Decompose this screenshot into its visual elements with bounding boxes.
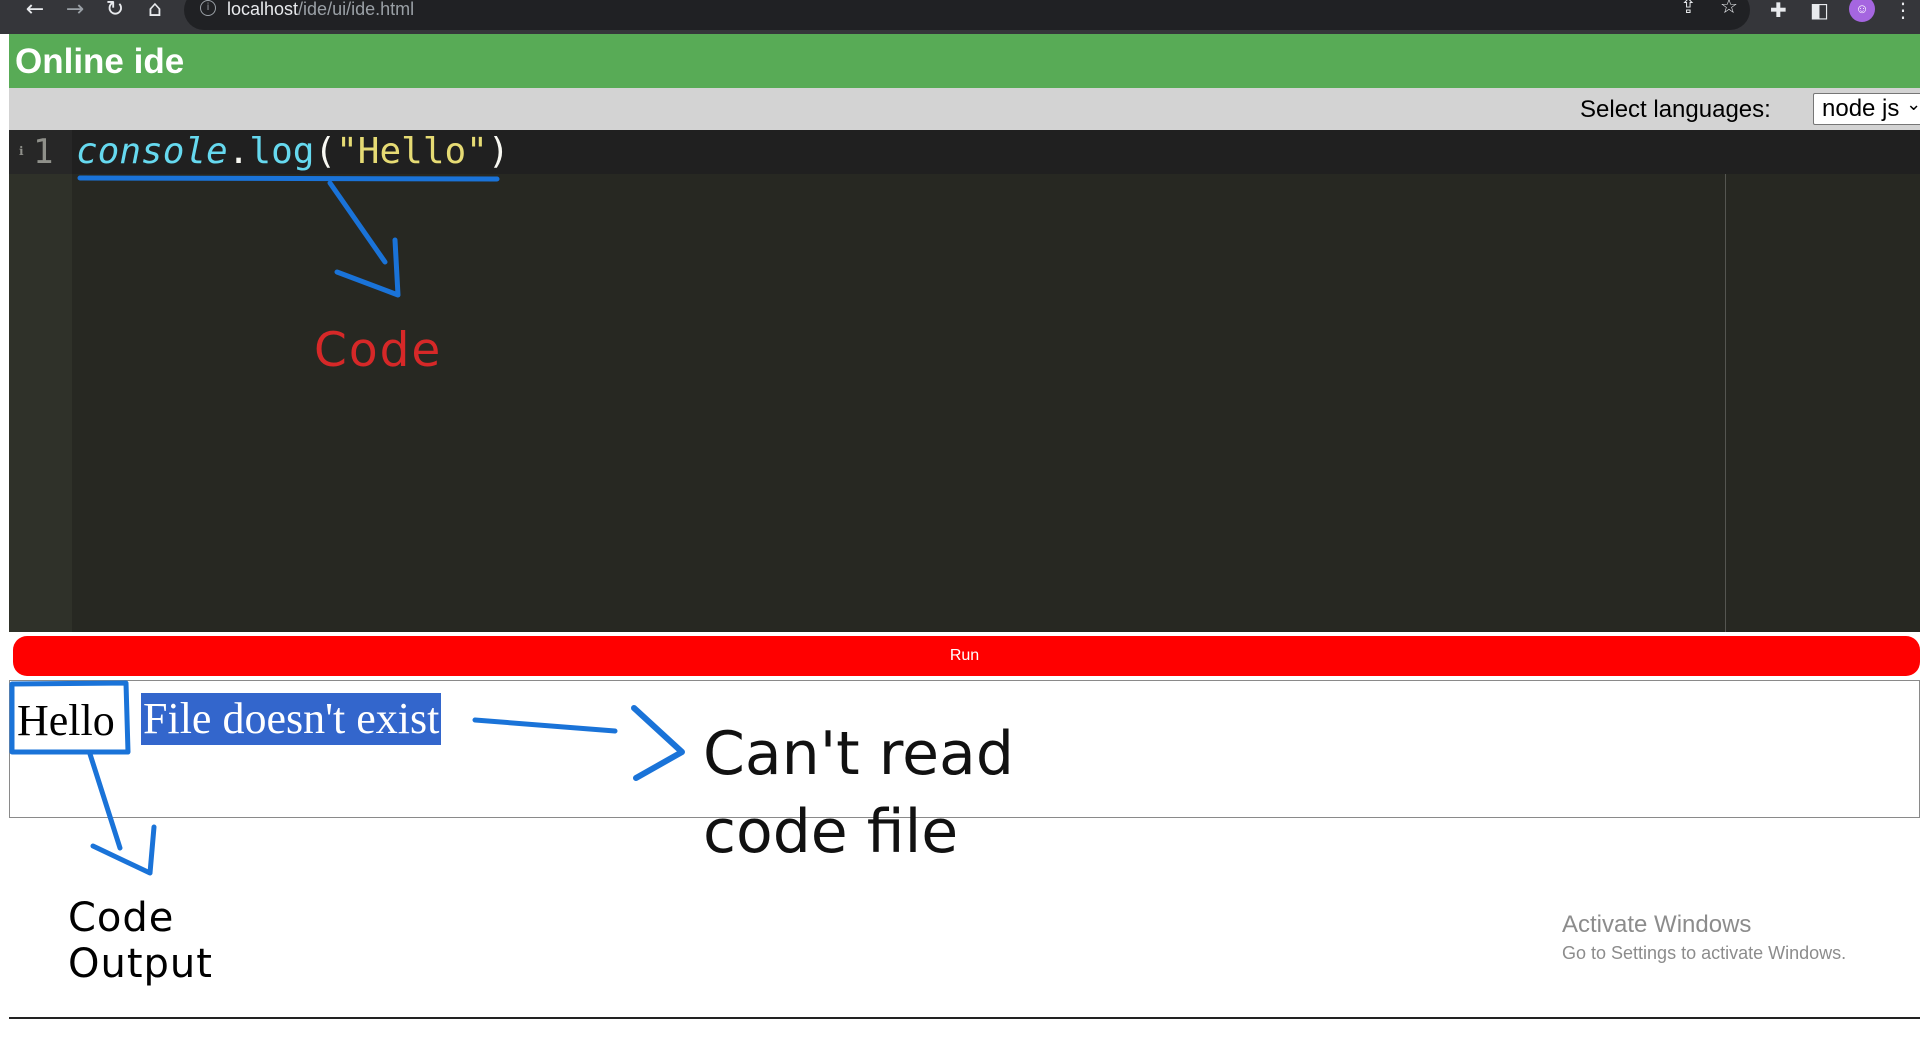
code-token-open-paren: ( — [314, 131, 337, 172]
code-editor[interactable]: ℹ 1 console.log("Hello") — [9, 130, 1920, 632]
page-title: Online ide — [15, 42, 185, 81]
error-note-line1: Can't read — [703, 719, 1014, 789]
url-path: /ide/ui/ide.html — [298, 0, 415, 19]
code-token-close-paren: ) — [487, 131, 510, 172]
back-icon[interactable]: ← — [21, 0, 49, 21]
language-select[interactable]: node js ⌄ — [1813, 93, 1920, 125]
url-host: localhost — [227, 0, 299, 19]
home-icon[interactable]: ⌂ — [141, 0, 169, 21]
extensions-icon[interactable]: ✚ — [1770, 0, 1787, 20]
code-token-object: console — [76, 131, 228, 172]
watermark-subtitle: Go to Settings to activate Windows. — [1562, 943, 1847, 963]
code-token-string: "Hello" — [336, 131, 488, 172]
forward-icon[interactable]: → — [61, 0, 89, 21]
reload-icon[interactable]: ↻ — [101, 0, 129, 21]
output-stdout: Hello — [17, 696, 115, 745]
output-annotation-label: Code Output — [68, 895, 213, 987]
address-bar[interactable]: i localhost/ide/ui/ide.html ⇪ ☆ — [184, 0, 1750, 30]
run-button-label: Run — [949, 647, 980, 664]
editor-gutter — [9, 130, 72, 632]
side-panel-icon[interactable]: ◧ — [1810, 0, 1829, 20]
code-annotation-label: Code — [314, 323, 443, 378]
page-left-edge — [0, 34, 9, 1019]
language-bar: Select languages: node js ⌄ — [9, 88, 1920, 130]
bookmark-star-icon[interactable]: ☆ — [1720, 0, 1738, 16]
error-annotation-note: Can't read code file — [703, 715, 1014, 871]
profile-avatar[interactable]: ☺ — [1849, 0, 1875, 22]
info-gutter-icon: ℹ — [19, 144, 24, 158]
language-selected-value: node js — [1822, 95, 1900, 122]
page-bottom-divider — [9, 1017, 1920, 1019]
site-info-icon[interactable]: i — [200, 0, 216, 16]
code-token-dot: . — [227, 131, 250, 172]
code-line[interactable]: console.log("Hello") — [76, 132, 510, 172]
activate-windows-watermark: Activate Windows Go to Settings to activ… — [1562, 910, 1846, 966]
code-token-method: log — [249, 131, 315, 172]
browser-toolbar: ← → ↻ ⌂ i localhost/ide/ui/ide.html ⇪ ☆ … — [0, 0, 1920, 34]
watermark-title: Activate Windows — [1562, 911, 1752, 938]
error-note-line2: code file — [703, 797, 959, 867]
run-button[interactable]: Run — [13, 636, 1920, 676]
app-header: Online ide — [9, 34, 1920, 88]
language-label: Select languages: — [1580, 96, 1771, 123]
share-icon[interactable]: ⇪ — [1680, 0, 1697, 16]
line-number: 1 — [33, 132, 54, 172]
browser-menu-icon[interactable]: ⋮ — [1893, 0, 1913, 20]
chevron-down-icon: ⌄ — [1906, 94, 1920, 114]
url-text[interactable]: localhost/ide/ui/ide.html — [227, 0, 414, 20]
print-margin — [1725, 174, 1726, 632]
output-label-line2: Output — [68, 941, 213, 987]
output-label-line1: Code — [68, 895, 175, 941]
output-error: File doesn't exist — [141, 693, 442, 745]
